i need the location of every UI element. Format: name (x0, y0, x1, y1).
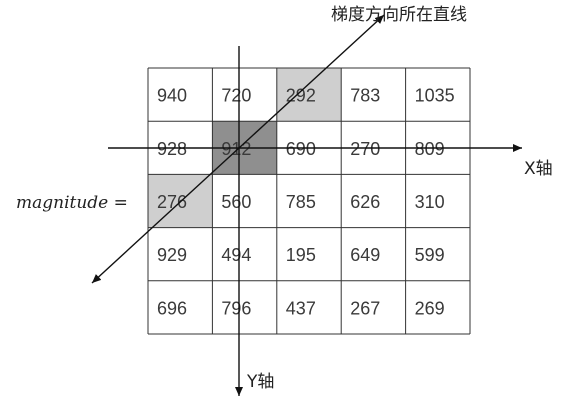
gradient-line-label: 梯度方向所在直线 (331, 5, 467, 25)
grid-cell-value: 649 (350, 245, 380, 265)
grid-cell-value: 599 (415, 245, 445, 265)
x-axis-label: X轴 (524, 159, 553, 179)
grid-cell-value: 195 (286, 245, 316, 265)
grid-cell-value: 267 (350, 298, 380, 318)
y-axis-label: Y轴 (246, 372, 274, 392)
gradient-direction-line-up (238, 14, 385, 149)
grid-cell-value: 912 (221, 139, 251, 159)
grid-cell-value: 928 (157, 139, 187, 159)
gradient-diagram: 940 720 292 783 1035928 912 690 270 809276 560 785… (16, 5, 553, 396)
grid-cell-value: 1035 (415, 86, 455, 106)
grid-cell-value: 437 (286, 298, 316, 318)
grid-cell-value: 310 (415, 192, 445, 212)
grid-cell-value: 940 (157, 86, 187, 106)
grid-cell-value: 783 (350, 86, 380, 106)
grid-cell-value: 785 (286, 192, 316, 212)
grid-cell-value: 626 (350, 192, 380, 212)
grid-cell-value: 720 (221, 86, 251, 106)
grid-cell-value: 494 (221, 245, 251, 265)
grid-cell-value: 292 (286, 86, 316, 106)
magnitude-label: magnitude = (16, 193, 128, 213)
grid-cell-value: 796 (221, 298, 251, 318)
grid-cell-value: 560 (221, 192, 251, 212)
grid-cell-value: 929 (157, 245, 187, 265)
grid-cell-value: 696 (157, 298, 187, 318)
grid-cell-value: 270 (350, 139, 380, 159)
grid-cell-value: 809 (415, 139, 445, 159)
grid-cell-value: 690 (286, 139, 316, 159)
grid-cell-value: 269 (415, 298, 445, 318)
